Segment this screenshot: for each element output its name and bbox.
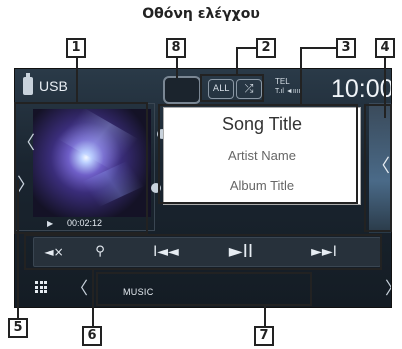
right-panel-outline	[364, 104, 392, 232]
source-label[interactable]: USB	[39, 78, 68, 94]
callout-3-line-v	[300, 47, 302, 105]
callout-1-line	[76, 58, 78, 102]
repeat-shuffle-outline	[200, 74, 264, 102]
chevron-left-icon[interactable]: 〈	[71, 274, 88, 299]
callout-6: 6	[82, 326, 102, 346]
blank-key-button[interactable]	[163, 76, 201, 104]
signal-indicator: T.ıl ◄ıııı	[275, 88, 301, 95]
clock: 10:00	[331, 75, 392, 103]
callout-1: 1	[66, 38, 86, 58]
callout-3: 3	[336, 38, 356, 58]
page-heading: Οθόνη ελέγχου	[142, 6, 260, 22]
callout-8: 8	[166, 38, 186, 58]
callout-2-line-v	[236, 47, 238, 75]
usb-icon	[23, 73, 33, 95]
chevron-right-icon[interactable]: 〉	[385, 274, 391, 299]
callout-4: 4	[375, 38, 395, 58]
callout-5: 5	[8, 318, 28, 338]
callout-6-line	[92, 270, 94, 326]
callout-2: 2	[256, 38, 276, 58]
menu-grid-icon[interactable]	[35, 281, 47, 293]
control-bar-outline	[24, 234, 382, 270]
track-info-outline	[158, 104, 358, 204]
music-area-outline	[96, 272, 312, 306]
callout-7-line	[264, 306, 266, 326]
tel-label: TEL	[275, 77, 290, 86]
callout-8-line	[176, 58, 178, 78]
callout-7: 7	[254, 326, 274, 346]
callout-3-line-h	[300, 47, 336, 49]
artwork-outline	[14, 102, 148, 234]
callout-2-line-h	[236, 47, 256, 49]
